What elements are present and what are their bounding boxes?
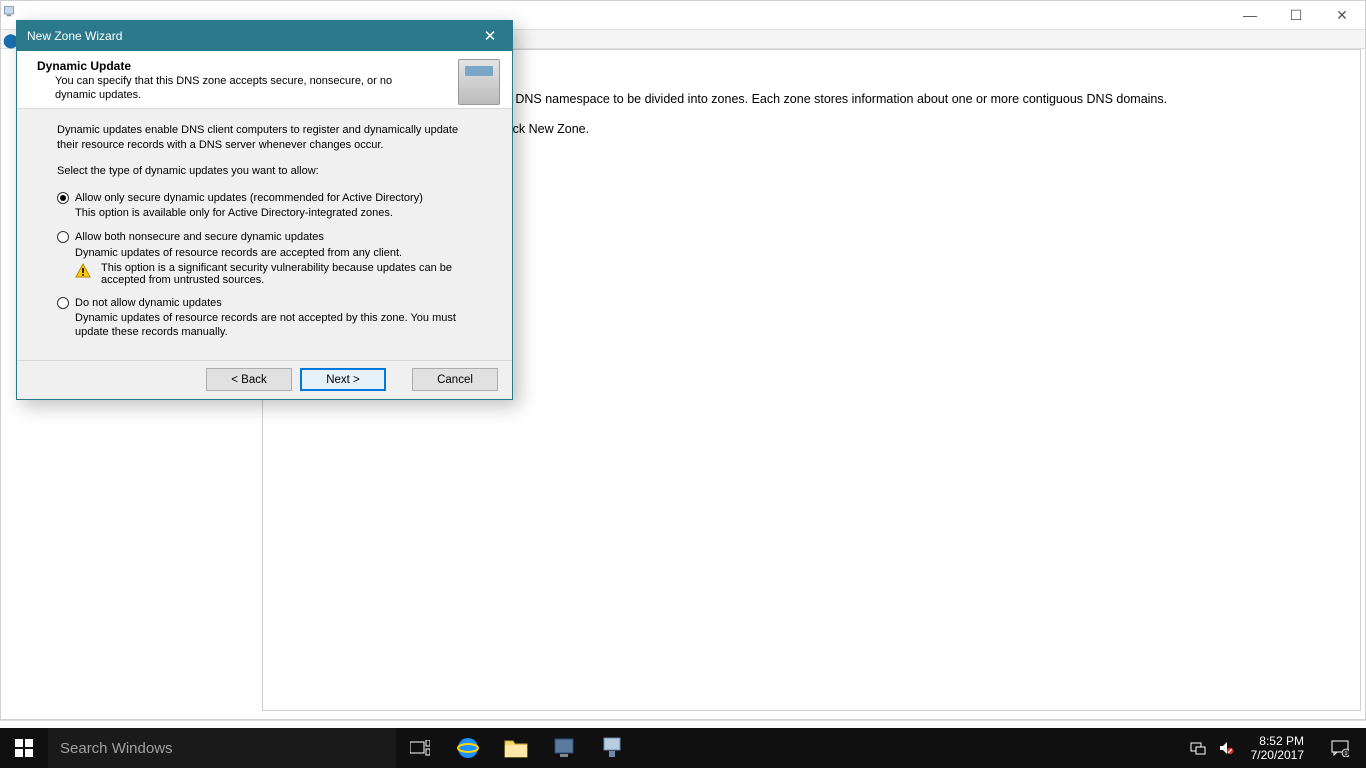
tray-network-icon[interactable] (1189, 739, 1207, 757)
wizard-close-button[interactable]: ✕ (468, 21, 512, 51)
separator (0, 720, 1366, 728)
wizard-prompt-text: Select the type of dynamic updates you w… (57, 165, 472, 177)
wizard-header-description: You can specify that this DNS zone accep… (37, 75, 450, 103)
wizard-header: Dynamic Update You can specify that this… (17, 51, 512, 109)
option-both[interactable]: Allow both nonsecure and secure dynamic … (57, 230, 472, 286)
dns-icon (600, 736, 624, 760)
action-center-button[interactable]: 1 (1320, 739, 1360, 757)
taskbar-app-explorer[interactable] (492, 728, 540, 768)
wizard-title: New Zone Wizard (27, 29, 122, 43)
window-controls: — ☐ ✕ (1227, 1, 1365, 29)
taskbar-app-dns[interactable] (588, 728, 636, 768)
cancel-button[interactable]: Cancel (412, 368, 498, 391)
new-zone-wizard-dialog: New Zone Wizard ✕ Dynamic Update You can… (16, 20, 513, 400)
dns-tree-icon (3, 5, 15, 17)
taskbar-time: 8:52 PM (1251, 734, 1304, 748)
option-secure-only-sub: This option is available only for Active… (75, 205, 472, 220)
taskbar-clock[interactable]: 8:52 PM 7/20/2017 (1245, 734, 1310, 763)
option-none[interactable]: Do not allow dynamic updates Dynamic upd… (57, 296, 472, 340)
server-icon (458, 59, 500, 105)
taskbar-apps (444, 728, 636, 768)
taskbar-app-server-manager[interactable] (540, 728, 588, 768)
wizard-header-title: Dynamic Update (37, 59, 450, 73)
wizard-body: Dynamic updates enable DNS client comput… (17, 109, 512, 360)
taskbar-app-ie[interactable] (444, 728, 492, 768)
radio-both[interactable] (57, 231, 69, 243)
radio-secure-only[interactable] (57, 192, 69, 204)
next-button[interactable]: Next > (300, 368, 386, 391)
ie-icon (455, 735, 481, 761)
option-both-label: Allow both nonsecure and secure dynamic … (75, 230, 472, 244)
wizard-footer: < Back Next > Cancel (17, 360, 512, 399)
option-secure-only[interactable]: Allow only secure dynamic updates (recom… (57, 191, 472, 221)
taskbar: Search Windows 8:52 PM 7/20/2017 (0, 728, 1366, 768)
option-none-sub: Dynamic updates of resource records are … (75, 310, 472, 340)
radio-none[interactable] (57, 297, 69, 309)
windows-icon (15, 739, 33, 757)
option-both-sub: Dynamic updates of resource records are … (75, 245, 472, 260)
folder-icon (503, 737, 529, 759)
tray-volume-icon[interactable] (1217, 739, 1235, 757)
system-tray: 8:52 PM 7/20/2017 1 (1189, 728, 1366, 768)
wizard-titlebar[interactable]: New Zone Wizard ✕ (17, 21, 512, 51)
option-none-label: Do not allow dynamic updates (75, 296, 472, 310)
taskview-icon (410, 740, 430, 756)
minimize-button[interactable]: — (1227, 1, 1273, 29)
option-secure-only-label: Allow only secure dynamic updates (recom… (75, 191, 472, 205)
close-button[interactable]: ✕ (1319, 1, 1365, 29)
taskbar-date: 7/20/2017 (1251, 748, 1304, 762)
warning-icon (75, 263, 91, 279)
back-button[interactable]: < Back (206, 368, 292, 391)
start-button[interactable] (0, 728, 48, 768)
notification-icon: 1 (1331, 739, 1349, 757)
wizard-intro-text: Dynamic updates enable DNS client comput… (57, 123, 472, 153)
option-both-warning: This option is a significant security vu… (101, 262, 472, 286)
svg-text:1: 1 (1345, 751, 1348, 757)
search-box[interactable]: Search Windows (48, 728, 396, 768)
task-view-button[interactable] (396, 728, 444, 768)
maximize-button[interactable]: ☐ (1273, 1, 1319, 29)
search-placeholder: Search Windows (60, 740, 173, 757)
server-manager-icon (552, 736, 576, 760)
